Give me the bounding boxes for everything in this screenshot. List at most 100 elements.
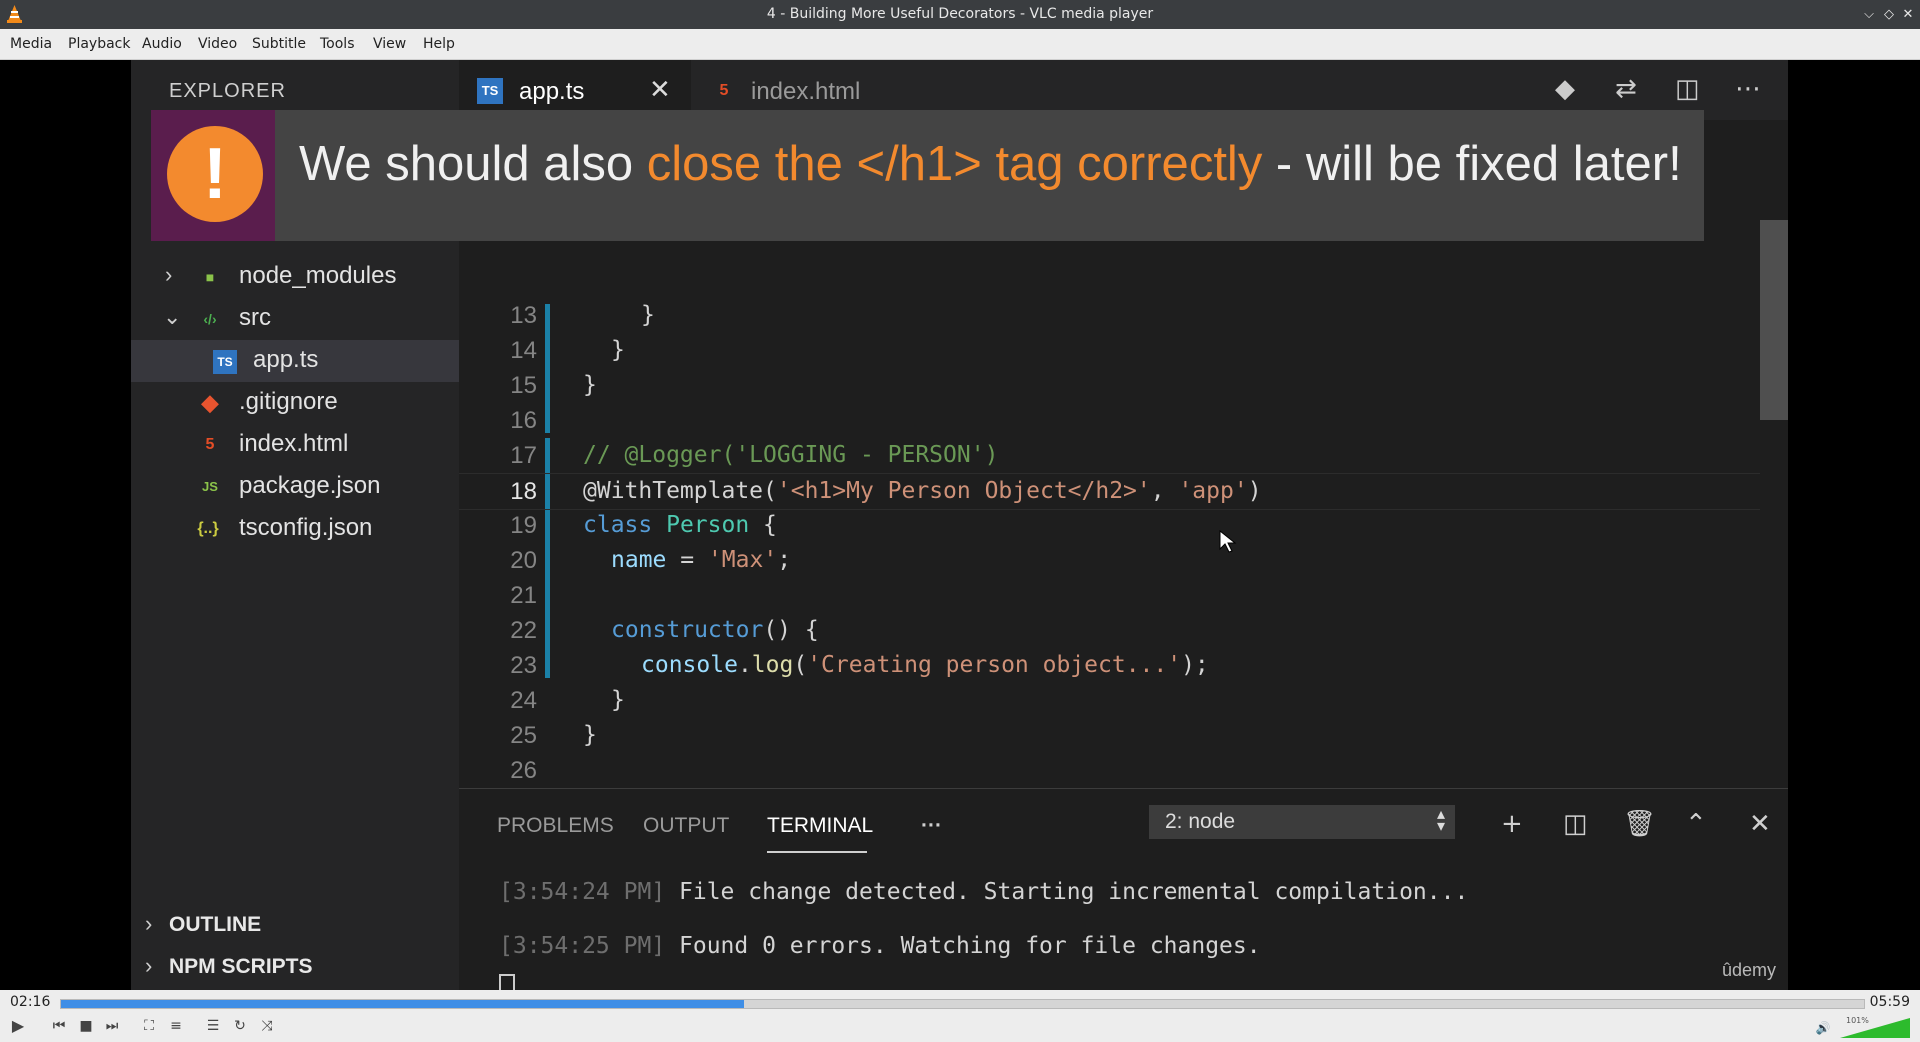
- elapsed-time: 02:16: [10, 994, 51, 1010]
- tree-item-gitignore: ◆ .gitignore: [131, 382, 459, 424]
- code-keyword: constructor: [611, 617, 764, 643]
- code-line-current: 18 @WithTemplate('<h1>My Person Object</…: [459, 473, 1788, 510]
- line-number: 16: [510, 407, 537, 434]
- line-number: 17: [510, 442, 537, 469]
- code-folder-icon: ‹/›: [203, 311, 217, 327]
- terminal-line: [3:54:24 PM] File change detected. Start…: [499, 879, 1468, 905]
- loop-icon[interactable]: ↻: [229, 1015, 251, 1037]
- json-file-icon: {..}: [197, 520, 219, 537]
- seek-bar[interactable]: [60, 999, 1865, 1009]
- panel-tab-problems: PROBLEMS: [497, 814, 614, 837]
- terminal-select: 2: node ▴ ▾: [1149, 805, 1455, 839]
- section-outline: › OUTLINE: [131, 903, 459, 945]
- previous-icon[interactable]: ⏮: [48, 1015, 70, 1037]
- terminal-text: Found 0 errors. Watching for file change…: [665, 933, 1261, 959]
- code-string: '<h1>My Person Object</h2>': [776, 478, 1151, 504]
- tree-item-label: app.ts: [253, 346, 319, 373]
- terminal-select-value: 2: node: [1165, 810, 1236, 833]
- line-number: 14: [510, 337, 537, 364]
- code-text: class Person {: [583, 512, 777, 538]
- stop-icon[interactable]: ■: [75, 1015, 97, 1037]
- tab-label: app.ts: [519, 78, 585, 105]
- fullscreen-icon[interactable]: ⛶: [138, 1015, 160, 1037]
- volume-label: 101%: [1846, 1016, 1869, 1025]
- split-editor-icon: ◫: [1675, 74, 1700, 104]
- code-line: 21: [459, 578, 1788, 613]
- maximize-icon[interactable]: ◇: [1880, 6, 1898, 24]
- banner-highlight: close the </h1> tag correctly: [646, 137, 1263, 191]
- line-number: 23: [510, 652, 537, 679]
- next-icon[interactable]: ⏭: [101, 1015, 123, 1037]
- menu-tools[interactable]: Tools: [320, 36, 355, 52]
- code-punct: );: [1181, 652, 1209, 678]
- code-line: 25 }: [459, 718, 1788, 753]
- typescript-file-icon: TS: [477, 78, 503, 104]
- tree-item-label: .gitignore: [239, 388, 338, 415]
- line-number: 25: [510, 722, 537, 749]
- menu-bar: Media Playback Audio Video Subtitle Tool…: [0, 29, 1920, 60]
- select-arrows-icon: ▴ ▾: [1436, 806, 1445, 835]
- terminal-cursor: [499, 974, 515, 990]
- tree-item-src: ⌄ ‹/› src: [131, 298, 459, 340]
- extended-settings-icon[interactable]: ≡: [165, 1015, 187, 1037]
- banner-text: - will be fixed later!: [1262, 137, 1682, 191]
- total-time: 05:59: [1869, 994, 1910, 1010]
- shuffle-icon[interactable]: ⤨: [256, 1015, 278, 1037]
- menu-media[interactable]: Media: [10, 36, 52, 52]
- code-string: 'app': [1178, 478, 1248, 504]
- udemy-watermark: ûdemy: [1721, 960, 1776, 980]
- close-window-icon[interactable]: ✕: [1899, 6, 1917, 24]
- menu-view[interactable]: View: [373, 36, 406, 52]
- code-keyword: class: [583, 512, 653, 538]
- panel-tab-terminal: TERMINAL: [767, 814, 874, 837]
- terminal-timestamp: [3:54:24 PM]: [499, 879, 666, 905]
- git-compare-icon: ◆: [1555, 74, 1575, 104]
- speaker-icon[interactable]: 🔊: [1812, 1017, 1834, 1039]
- folder-icon: ■: [205, 269, 215, 285]
- play-icon[interactable]: ▶: [7, 1015, 29, 1037]
- code-line: 23 console.log('Creating person object..…: [459, 648, 1788, 683]
- menu-subtitle[interactable]: Subtitle: [252, 36, 306, 52]
- panel-more-icon: ···: [921, 814, 942, 837]
- tree-item-package-json: JS package.json: [131, 466, 459, 508]
- code-line: 19 class Person {: [459, 508, 1788, 543]
- banner-text: We should also: [299, 137, 647, 191]
- menu-video[interactable]: Video: [198, 36, 237, 52]
- code-class-name: Person: [666, 512, 750, 538]
- code-line: 16: [459, 403, 1788, 438]
- code-text: constructor() {: [611, 617, 819, 643]
- html-file-icon: 5: [719, 82, 729, 99]
- code-string: 'Max': [707, 547, 778, 573]
- code-punct: (: [793, 652, 808, 678]
- annotation-banner: ! We should also close the </h1> tag cor…: [151, 110, 1704, 241]
- menu-audio[interactable]: Audio: [142, 36, 182, 52]
- code-line: 20 name = 'Max';: [459, 543, 1788, 578]
- line-number: 19: [510, 512, 537, 539]
- editor-scrollbar: [1760, 180, 1788, 720]
- code-decorator: @WithTemplate(: [583, 478, 777, 504]
- video-area[interactable]: EXPLORER › ■ node_modules ⌄ ‹/› src TS a…: [0, 60, 1920, 990]
- line-number: 18: [510, 478, 537, 505]
- section-npm-scripts: › NPM SCRIPTS: [131, 945, 459, 987]
- trash-icon: 🗑: [1623, 809, 1657, 839]
- tree-item-label: node_modules: [239, 262, 397, 289]
- seek-progress: [61, 1000, 745, 1008]
- code-punct: .: [737, 652, 752, 678]
- code-text: }: [583, 722, 597, 748]
- tree-item-tsconfig-json: {..} tsconfig.json: [131, 508, 459, 550]
- line-number: 22: [510, 617, 537, 644]
- player-controls: 02:16 05:59 ▶ ⏮ ■ ⏭ ⛶ ≡ ☰ ↻ ⤨ 🔊 101%: [0, 990, 1920, 1042]
- menu-help[interactable]: Help: [423, 36, 455, 52]
- volume-slider[interactable]: 101%: [1840, 1015, 1910, 1039]
- line-number: 15: [510, 372, 537, 399]
- code-line: 13 }: [459, 298, 1788, 333]
- playlist-icon[interactable]: ☰: [202, 1015, 224, 1037]
- scrollbar-thumb: [1760, 220, 1788, 420]
- code-line: 26: [459, 753, 1788, 788]
- code-line: 15 }: [459, 368, 1788, 403]
- code-text: console.log('Creating person object...')…: [641, 652, 1209, 678]
- html-file-icon: 5: [205, 436, 215, 453]
- window-titlebar: 4 - Building More Useful Decorators - VL…: [0, 0, 1920, 29]
- menu-playback[interactable]: Playback: [68, 36, 130, 52]
- minimize-icon[interactable]: ⌵: [1860, 6, 1878, 24]
